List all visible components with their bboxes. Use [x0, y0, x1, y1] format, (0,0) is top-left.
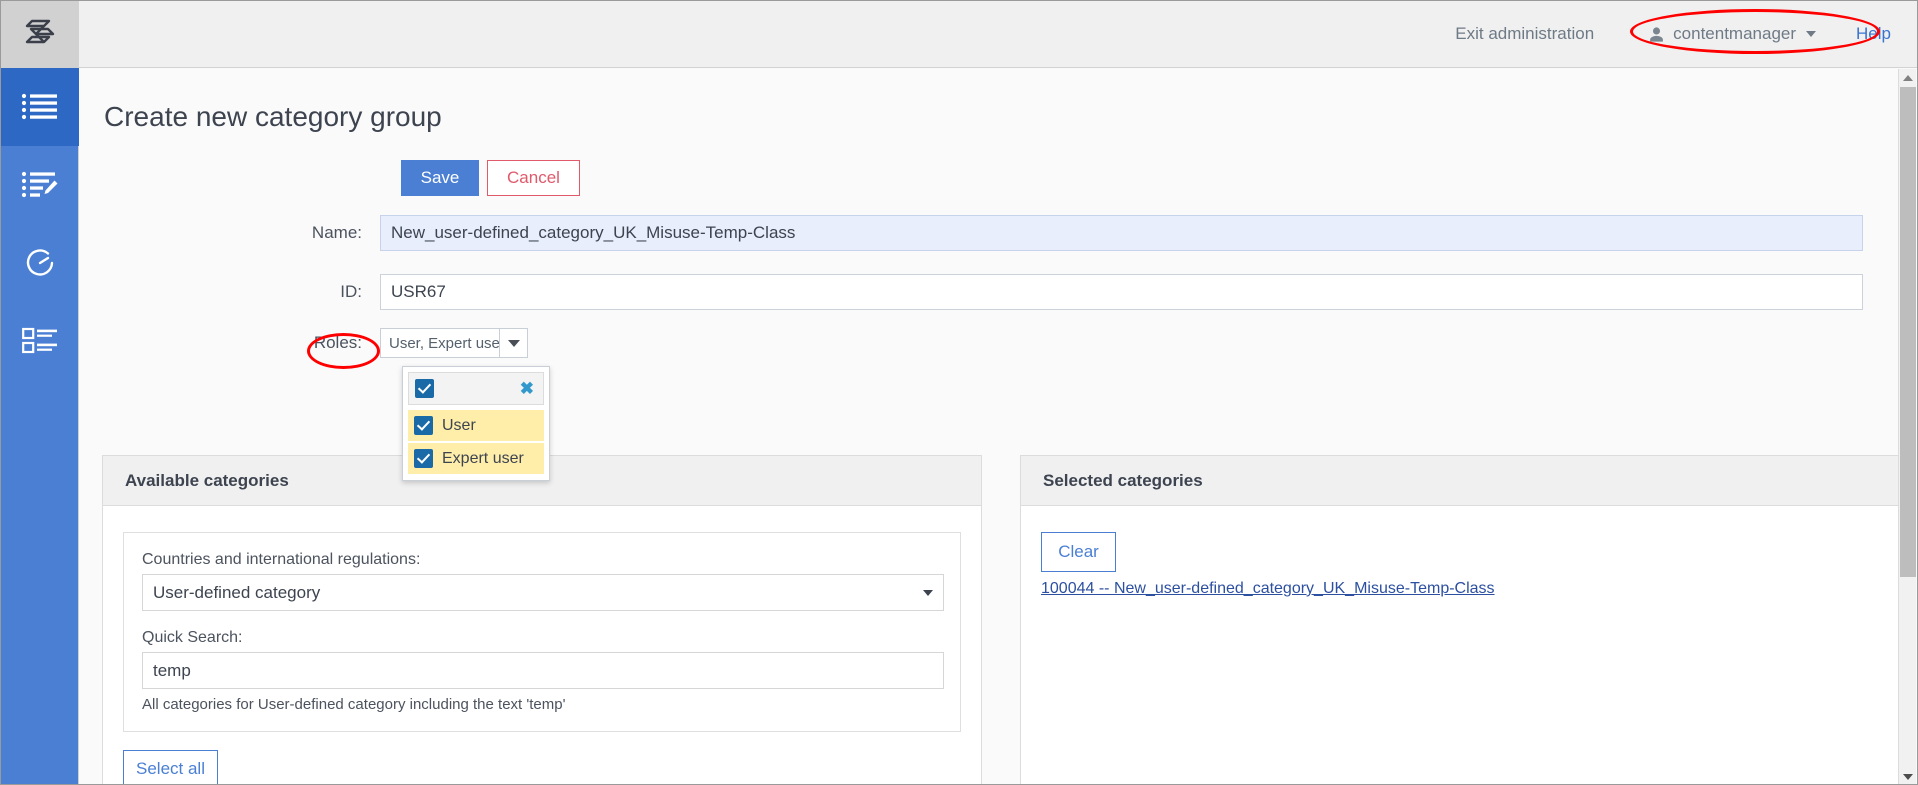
- category-select-value: User-defined category: [153, 583, 320, 602]
- id-label: ID:: [80, 282, 380, 302]
- roles-option-label: User: [442, 417, 476, 435]
- chevron-down-icon: [508, 340, 520, 347]
- cancel-button[interactable]: Cancel: [487, 160, 580, 196]
- sidebar-item-grid-list[interactable]: [1, 302, 79, 380]
- roles-option-label: Expert user: [442, 450, 524, 468]
- name-form-row: Name:: [80, 215, 1863, 251]
- select-all-checkbox[interactable]: [415, 379, 434, 398]
- list-edit-pencil-icon: [21, 170, 59, 200]
- layers-s-logo-icon: [23, 15, 57, 55]
- form-action-buttons: Save Cancel: [401, 160, 580, 196]
- checkbox-checked-icon[interactable]: [414, 416, 433, 435]
- username-label: contentmanager: [1673, 24, 1796, 44]
- user-menu[interactable]: contentmanager: [1648, 24, 1816, 44]
- save-button[interactable]: Save: [401, 160, 479, 196]
- roles-label: Roles:: [80, 333, 380, 353]
- select-all-button[interactable]: Select all: [123, 750, 218, 785]
- top-header-bar: Exit administration contentmanager Help: [79, 1, 1917, 68]
- scrollbar-thumb[interactable]: [1900, 87, 1916, 577]
- clear-button[interactable]: Clear: [1041, 532, 1116, 572]
- roles-dropdown-toggle[interactable]: [499, 329, 527, 357]
- help-link[interactable]: Help: [1856, 24, 1891, 44]
- quick-search-label: Quick Search:: [142, 629, 960, 647]
- available-categories-panel: Available categories Countries and inter…: [102, 455, 982, 785]
- left-sidebar-nav: [1, 68, 79, 785]
- checkbox-checked-icon[interactable]: [414, 449, 433, 468]
- sidebar-item-list[interactable]: [1, 68, 79, 146]
- application-window: Exit administration contentmanager Help: [0, 0, 1918, 785]
- app-logo[interactable]: [1, 1, 79, 68]
- roles-dropdown-header[interactable]: ✖: [408, 372, 544, 405]
- triangle-up-icon: [1903, 75, 1913, 81]
- chevron-down-icon: [923, 590, 933, 596]
- grid-list-icon: [22, 327, 58, 355]
- category-select[interactable]: User-defined category: [142, 574, 944, 611]
- roles-form-row: Roles: User, Expert user: [80, 328, 528, 358]
- close-x-icon[interactable]: ✖: [520, 380, 534, 397]
- exit-administration-link[interactable]: Exit administration: [1455, 24, 1594, 44]
- chevron-down-icon: [1806, 31, 1816, 37]
- selected-category-link[interactable]: 100044 -- New_user-defined_category_UK_M…: [1041, 580, 1495, 598]
- search-hint-text: All categories for User-defined category…: [142, 696, 960, 713]
- roles-multiselect[interactable]: User, Expert user: [380, 328, 528, 358]
- main-content-area: Create new category group Save Cancel Na…: [80, 69, 1900, 785]
- roles-option[interactable]: Expert user: [408, 443, 544, 474]
- quick-search-input[interactable]: [142, 652, 944, 689]
- category-search-box: Countries and international regulations:…: [123, 532, 961, 732]
- id-input[interactable]: [380, 274, 1863, 310]
- scroll-down-button[interactable]: [1899, 768, 1917, 785]
- clock-timer-icon: [23, 246, 57, 280]
- scroll-up-button[interactable]: [1899, 69, 1917, 86]
- sidebar-item-timer[interactable]: [1, 224, 79, 302]
- person-icon: [1648, 26, 1665, 43]
- roles-dropdown-panel: ✖ User Expert user: [402, 366, 550, 481]
- sidebar-item-edit-list[interactable]: [1, 146, 79, 224]
- name-label: Name:: [80, 223, 380, 243]
- page-title: Create new category group: [104, 101, 442, 133]
- id-form-row: ID:: [80, 274, 1863, 310]
- selected-categories-panel: Selected categories Clear 100044 -- New_…: [1020, 455, 1900, 785]
- triangle-down-icon: [1903, 774, 1913, 780]
- roles-option[interactable]: User: [408, 410, 544, 441]
- roles-selected-value: User, Expert user: [381, 329, 499, 357]
- name-input[interactable]: [380, 215, 1863, 251]
- vertical-scrollbar[interactable]: [1898, 69, 1916, 785]
- category-select-label: Countries and international regulations:: [142, 551, 960, 569]
- selected-panel-title: Selected categories: [1021, 456, 1899, 506]
- list-bullets-icon: [21, 92, 59, 122]
